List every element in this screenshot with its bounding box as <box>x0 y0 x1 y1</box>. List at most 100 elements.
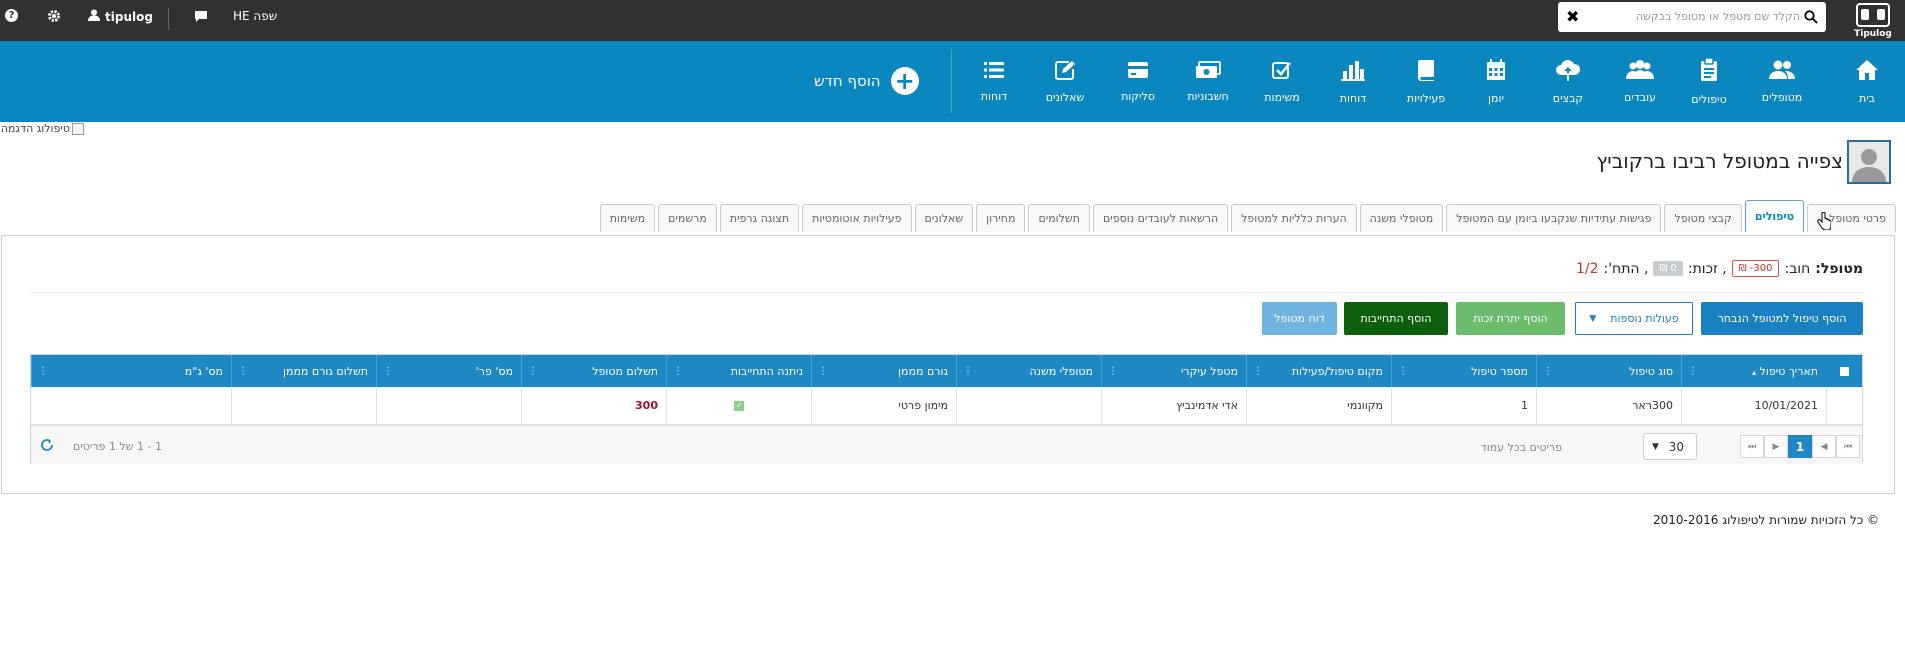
page-size-select[interactable]: 30 ▼ <box>1643 433 1697 460</box>
credit-label: , זכות: <box>1687 260 1727 277</box>
tab-general-notes[interactable]: הערות כלליות למטופל <box>1231 204 1357 232</box>
prev-page-icon[interactable]: ◀ <box>1812 435 1836 458</box>
nav-item-clearing[interactable]: סליקות <box>1108 41 1168 122</box>
nav-label: פעילויות <box>1406 91 1446 105</box>
column-menu-icon: ⋮ <box>1108 365 1118 377</box>
chat-icon[interactable] <box>194 10 208 22</box>
patient-report-button[interactable]: דוח מטופל <box>1262 302 1337 335</box>
column-header-number[interactable]: מספר טיפול ⋮ <box>1391 355 1536 387</box>
top-bar-divider <box>168 8 169 30</box>
tab-automatic-activities[interactable]: פעילויות אוטומטיות <box>802 204 912 232</box>
tab-sub-patients[interactable]: מטופלי משנה <box>1359 204 1444 232</box>
row-select-cell[interactable] <box>1826 387 1863 424</box>
column-header-funder[interactable]: גורם מממן ⋮ <box>811 355 956 387</box>
column-menu-icon: ⋮ <box>238 365 248 377</box>
column-menu-icon: ⋮ <box>383 365 393 377</box>
nav-item-reports[interactable]: דוחות <box>1323 41 1383 122</box>
nav-item-patients[interactable]: מטופלים <box>1752 41 1812 122</box>
tipulog-logo[interactable]: Tipulog <box>1854 3 1892 39</box>
add-new-button[interactable]: + הוסף חדש <box>814 67 919 95</box>
column-header-patient-payment[interactable]: תשלום מטופל ⋮ <box>521 355 666 387</box>
table-row[interactable]: 10/01/2021 300ראר 1 מקוונמי אדי אדמינביץ… <box>31 387 1862 425</box>
nav-item-diary[interactable]: יומן <box>1466 41 1526 122</box>
help-icon[interactable]: ? <box>5 9 18 22</box>
hand-cursor-icon <box>1817 211 1832 233</box>
column-menu-icon: ⋮ <box>1543 365 1553 377</box>
tab-questionnaires[interactable]: שאלונים <box>914 204 974 232</box>
grid-header: תאריך טיפול ▴ ⋮ סוג טיפול ⋮ מספר טיפול ⋮ מק… <box>31 355 1862 387</box>
tab-future-meetings[interactable]: פגישות עתידיות שנקבעו ביומן עם המטופל <box>1446 204 1662 232</box>
tab-graphic-view[interactable]: תצוגה גרפית <box>719 204 800 232</box>
demo-image-alt: טיפולוג הדגמה <box>0 122 70 135</box>
last-page-icon[interactable]: ⏭ <box>1740 435 1764 458</box>
first-page-icon[interactable]: ⏮ <box>1836 435 1860 458</box>
add-credit-button[interactable]: הוסף יתרת זכות <box>1456 302 1565 335</box>
user-name[interactable]: tipulog <box>105 10 153 24</box>
add-treatment-button[interactable]: הוסף טיפול למטופל הנבחר <box>1701 302 1863 335</box>
commitments-value[interactable]: 1/2 <box>1576 261 1599 277</box>
tab-price-list[interactable]: מחירון <box>976 204 1026 232</box>
search-icon[interactable] <box>1804 10 1818 27</box>
nav-label: בית <box>1858 91 1876 105</box>
cloud-upload-icon <box>1555 59 1581 84</box>
column-menu-icon: ⋮ <box>528 365 538 377</box>
column-header-type[interactable]: סוג טיפול ⋮ <box>1536 355 1681 387</box>
clear-search-icon[interactable]: ✖ <box>1566 7 1579 26</box>
settings-gear-icon[interactable] <box>47 9 61 23</box>
list-icon <box>984 61 1004 82</box>
tab-treatments[interactable]: טיפולים <box>1744 200 1805 232</box>
tab-patient-files[interactable]: קבצי מטופל <box>1664 204 1742 232</box>
money-icon <box>1195 60 1221 82</box>
user-menu[interactable]: tipulog <box>88 9 153 24</box>
tab-patient-details[interactable]: פרטי מטופל <box>1807 204 1896 232</box>
cell-sub-patients <box>956 387 1101 424</box>
nav-item-invoices[interactable]: חשבוניות <box>1175 41 1241 122</box>
column-header-therapist[interactable]: מטפל עיקרי ⋮ <box>1101 355 1246 387</box>
nav-item-questionnaires[interactable]: שאלונים <box>1035 41 1095 122</box>
edit-icon <box>1055 60 1075 83</box>
nav-item-reports-list[interactable]: דוחות <box>964 41 1024 122</box>
cell-therapist: אדי אדמינביץ <box>1101 387 1246 424</box>
home-icon <box>1855 59 1879 84</box>
column-menu-icon: ⋮ <box>1253 365 1263 377</box>
tab-tasks[interactable]: משימות <box>599 204 656 232</box>
more-actions-dropdown[interactable]: פעולות נוספות ▼ <box>1575 302 1693 335</box>
column-header-location[interactable]: מקום טיפול/פעילות ⋮ <box>1246 355 1391 387</box>
column-header-receipt-no[interactable]: מס' פר' ⋮ <box>376 355 521 387</box>
nav-item-employees[interactable]: עובדים <box>1610 41 1670 122</box>
nav-item-files[interactable]: קבצים <box>1538 41 1598 122</box>
column-header-funder-no[interactable]: מס' ג"מ ⋮ <box>31 355 231 387</box>
search-box[interactable]: הקלד שם מטפל או מטופל בבקשה ✖ <box>1558 2 1826 32</box>
nav-item-treatments[interactable]: טיפולים <box>1679 41 1739 122</box>
column-header-date[interactable]: תאריך טיפול ▴ ⋮ <box>1681 355 1826 387</box>
group-icon <box>1625 59 1655 83</box>
column-menu-icon: ⋮ <box>38 365 48 377</box>
nav-item-home[interactable]: בית <box>1837 41 1897 122</box>
column-header-sub-patients[interactable]: מטופלי משנה ⋮ <box>956 355 1101 387</box>
nav-item-activities[interactable]: פעילויות <box>1396 41 1456 122</box>
treatments-grid: תאריך טיפול ▴ ⋮ סוג טיפול ⋮ מספר טיפול ⋮ מק… <box>30 354 1863 464</box>
tab-permissions[interactable]: הרשאות לעובדים נוספים <box>1092 204 1229 232</box>
nav-item-tasks[interactable]: משימות <box>1252 41 1312 122</box>
nav-label: דוחות <box>1339 91 1367 105</box>
page-number-current[interactable]: 1 <box>1788 435 1812 458</box>
next-page-icon[interactable]: ▶ <box>1764 435 1788 458</box>
tab-payments[interactable]: תשלומים <box>1028 204 1090 232</box>
refresh-icon[interactable] <box>38 438 54 454</box>
cell-funder-no <box>31 387 231 424</box>
column-header-commitment[interactable]: ניתנה התחייבות ⋮ <box>666 355 811 387</box>
search-input[interactable]: הקלד שם מטפל או מטופל בבקשה <box>1636 10 1800 23</box>
cell-funder: מימון פרטי <box>811 387 956 424</box>
select-all-checkbox[interactable] <box>1826 355 1863 387</box>
nav-label: משימות <box>1264 90 1300 104</box>
cell-date: 10/01/2021 <box>1681 387 1826 424</box>
patient-tabs: פרטי מטופל טיפולים קבצי מטופל פגישות עתי… <box>599 200 1896 232</box>
add-commitment-button[interactable]: הוסף התחייבות <box>1344 302 1448 335</box>
language-selector[interactable]: שפה HE <box>233 9 277 23</box>
cell-receipt-no <box>376 387 521 424</box>
nav-label: קבצים <box>1552 91 1584 105</box>
column-header-funder-payment[interactable]: תשלום גורם מממן ⋮ <box>231 355 376 387</box>
tab-prescriptions[interactable]: מרשמים <box>658 204 717 232</box>
bar-chart-icon <box>1341 59 1365 84</box>
credit-badge: 0 ₪ <box>1653 261 1683 276</box>
